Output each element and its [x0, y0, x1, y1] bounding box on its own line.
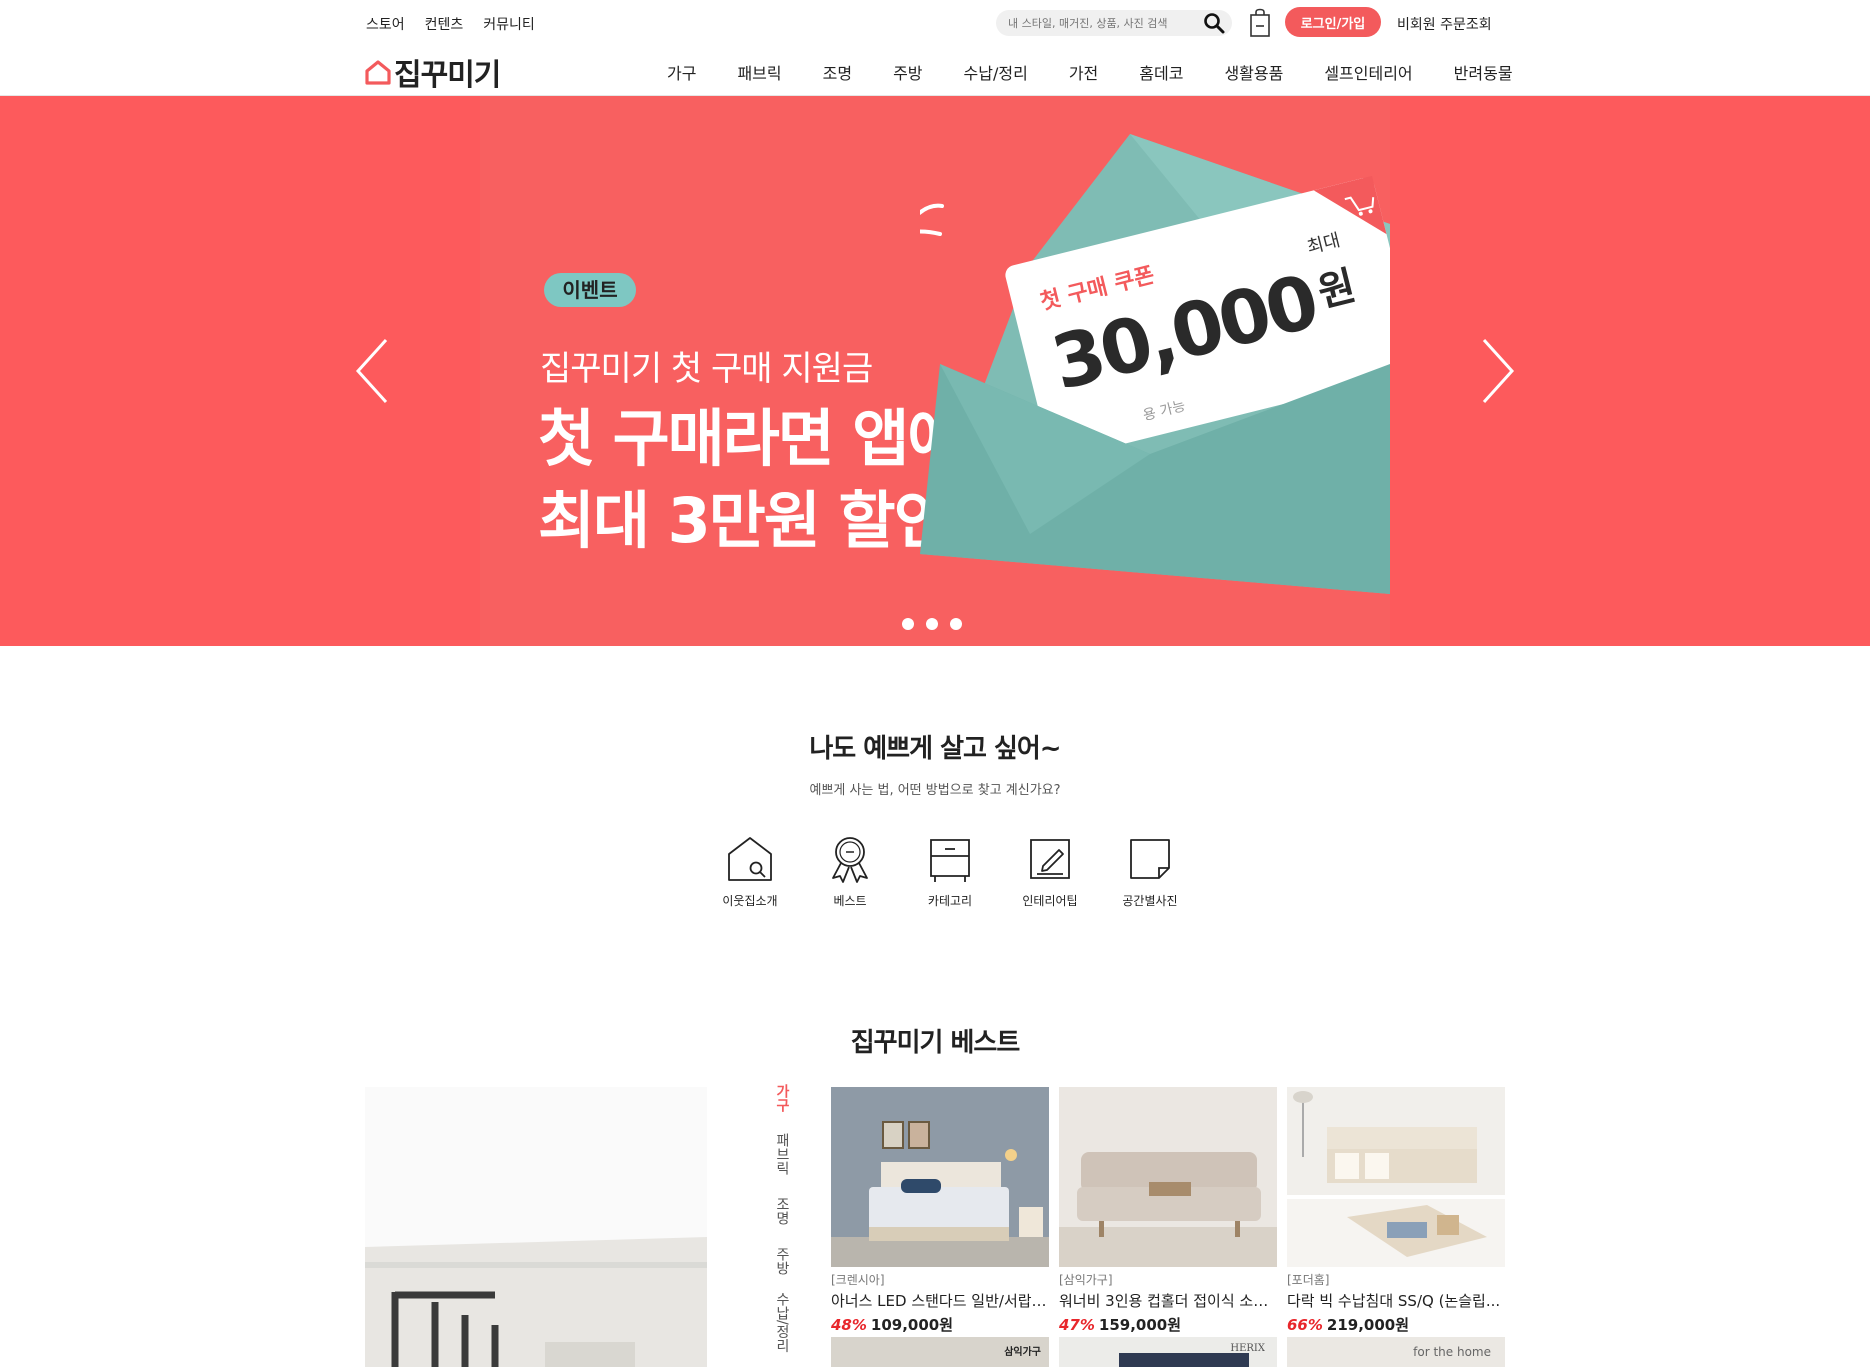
util-link-store[interactable]: 스토어 — [366, 14, 405, 34]
quick-item-label: 카테고리 — [927, 894, 973, 908]
product-price: 109,000원 — [870, 1316, 954, 1334]
util-link-contents[interactable]: 컨텐츠 — [425, 14, 464, 34]
nav-item-lighting[interactable]: 조명 — [823, 60, 852, 84]
main-nav: 가구 패브릭 조명 주방 수납/정리 가전 홈데코 생활용품 셀프인테리어 반려… — [667, 60, 1513, 84]
quick-item-interior-tip[interactable]: 인테리어팁 — [1000, 832, 1100, 909]
product-card[interactable]: [삼익가구] 워너비 3인용 컵홀더 접이식 소파... 47% 159,000원 — [1059, 1087, 1277, 1335]
login-signup-button[interactable]: 로그인/가입 — [1285, 7, 1381, 37]
quick-item-label: 공간별사진 — [1122, 894, 1178, 908]
util-links: 스토어 컨텐츠 커뮤니티 — [366, 14, 535, 34]
product-thumbnail-logo: HERIX — [1230, 1343, 1265, 1354]
product-price: 219,000원 — [1326, 1316, 1410, 1334]
logo-text: 집꾸미기 — [394, 58, 501, 93]
best-featured-image[interactable] — [365, 1087, 707, 1367]
quick-menu: 이웃집소개 베스트 카테고리 인테리어팁 공간별사진 — [700, 832, 1200, 909]
search-box — [996, 10, 1232, 36]
nav-item-appliances[interactable]: 가전 — [1069, 60, 1098, 84]
product-thumbnail-logo: 삼익가구 — [1004, 1347, 1041, 1358]
product-price-row: 66% 219,000원 — [1287, 1314, 1505, 1335]
product-brand: [삼익가구] — [1059, 1273, 1113, 1287]
site-logo[interactable]: 집꾸미기 — [364, 50, 501, 94]
quick-item-neighbor-house[interactable]: 이웃집소개 — [700, 832, 800, 909]
prev-slide-arrow-icon[interactable] — [352, 336, 392, 406]
hero-subtitle: 집꾸미기 첫 구매 지원금 — [540, 349, 873, 389]
nav-item-storage[interactable]: 수납/정리 — [964, 60, 1028, 84]
best-tab-kitchen[interactable]: 주방 — [772, 1247, 792, 1275]
product-thumbnail — [1059, 1087, 1277, 1267]
product-thumbnail — [831, 1087, 1049, 1267]
edit-note-icon — [1030, 839, 1070, 879]
product-price-row: 47% 159,000원 — [1059, 1314, 1277, 1335]
util-link-community[interactable]: 커뮤니티 — [483, 14, 535, 34]
award-ribbon-icon — [832, 837, 868, 883]
product-brand: [포더홈] — [1287, 1273, 1330, 1287]
best-section-title: 집꾸미기 베스트 — [850, 1028, 1021, 1058]
product-thumbnail-next[interactable]: 삼익가구 — [831, 1337, 1049, 1367]
quick-item-label: 베스트 — [833, 894, 867, 908]
slide-dot-3[interactable] — [950, 618, 962, 630]
nav-item-fabric[interactable]: 패브릭 — [737, 60, 781, 84]
quick-item-best[interactable]: 베스트 — [800, 832, 900, 909]
quick-item-category[interactable]: 카테고리 — [900, 832, 1000, 909]
search-input[interactable] — [1008, 14, 1188, 32]
nav-item-living[interactable]: 생활용품 — [1224, 60, 1283, 84]
shopping-bag-icon[interactable] — [1249, 8, 1271, 38]
drawer-cabinet-icon — [930, 839, 970, 882]
product-thumbnail — [1287, 1087, 1505, 1267]
slide-dot-2[interactable] — [926, 618, 938, 630]
house-logo-icon — [365, 60, 391, 85]
nav-item-self-interior[interactable]: 셀프인테리어 — [1324, 60, 1412, 84]
hero-banner[interactable]: 이벤트 집꾸미기 첫 구매 지원금 첫 구매라면 앱에서 최대 3만원 할인 첫… — [0, 96, 1870, 646]
event-badge: 이벤트 — [544, 273, 636, 307]
product-thumbnail-next[interactable]: for the home — [1287, 1337, 1505, 1367]
site-header: 스토어 컨텐츠 커뮤니티 로그인/가입 비회원 주문조회 집꾸미기 가구 패브릭… — [0, 0, 1870, 96]
product-name: 아너스 LED 스탠다드 일반/서랍 ... — [831, 1292, 1049, 1310]
shop-section-title: 나도 예쁘게 살고 싶어~ — [809, 734, 1061, 764]
best-tab-lighting[interactable]: 조명 — [772, 1197, 792, 1225]
product-card[interactable]: [포더홈] 다락 빅 수납침대 SS/Q (논슬립... 66% 219,000원 — [1287, 1087, 1505, 1335]
best-tab-fabric[interactable]: 패브릭 — [772, 1133, 792, 1175]
quick-item-label: 이웃집소개 — [722, 894, 778, 908]
house-search-icon — [728, 837, 772, 881]
product-price-row: 48% 109,000원 — [831, 1314, 1049, 1335]
product-discount: 48% — [831, 1316, 867, 1334]
product-name: 다락 빅 수납침대 SS/Q (논슬립... — [1287, 1292, 1501, 1310]
next-slide-arrow-icon[interactable] — [1478, 336, 1518, 406]
product-discount: 47% — [1059, 1316, 1095, 1334]
guest-order-link[interactable]: 비회원 주문조회 — [1397, 14, 1492, 34]
nav-item-furniture[interactable]: 가구 — [667, 60, 696, 84]
quick-item-space-photos[interactable]: 공간별사진 — [1100, 832, 1200, 909]
product-card[interactable]: [크렌시아] 아너스 LED 스탠다드 일반/서랍 ... 48% 109,000… — [831, 1087, 1049, 1335]
slide-pagination — [902, 618, 962, 630]
product-price: 159,000원 — [1098, 1316, 1182, 1334]
coupon-envelope-illustration: 첫 구매 쿠폰 최대 30,000 원 용 가능 — [920, 134, 1390, 594]
product-name: 워너비 3인용 컵홀더 접이식 소파... — [1059, 1292, 1277, 1310]
nav-item-kitchen[interactable]: 주방 — [893, 60, 922, 84]
folded-page-icon — [1130, 839, 1170, 879]
best-tab-furniture[interactable]: 가구 — [772, 1084, 792, 1112]
shop-section-subtitle: 예쁘게 사는 법, 어떤 방법으로 찾고 계신가요? — [809, 783, 1061, 798]
product-brand: [크렌시아] — [831, 1273, 885, 1287]
slide-dot-1[interactable] — [902, 618, 914, 630]
quick-item-label: 인테리어팁 — [1022, 894, 1078, 908]
nav-item-pets[interactable]: 반려동물 — [1454, 60, 1513, 84]
product-thumbnail-logo: for the home — [1413, 1345, 1491, 1359]
nav-item-home-deco[interactable]: 홈데코 — [1139, 60, 1183, 84]
bunk-bed-room-photo — [365, 1087, 707, 1367]
product-discount: 66% — [1287, 1316, 1323, 1334]
best-tab-storage[interactable]: 수납/정리 — [772, 1292, 792, 1353]
product-thumbnail-next[interactable]: HERIX — [1059, 1337, 1277, 1367]
search-icon[interactable] — [1202, 11, 1226, 35]
